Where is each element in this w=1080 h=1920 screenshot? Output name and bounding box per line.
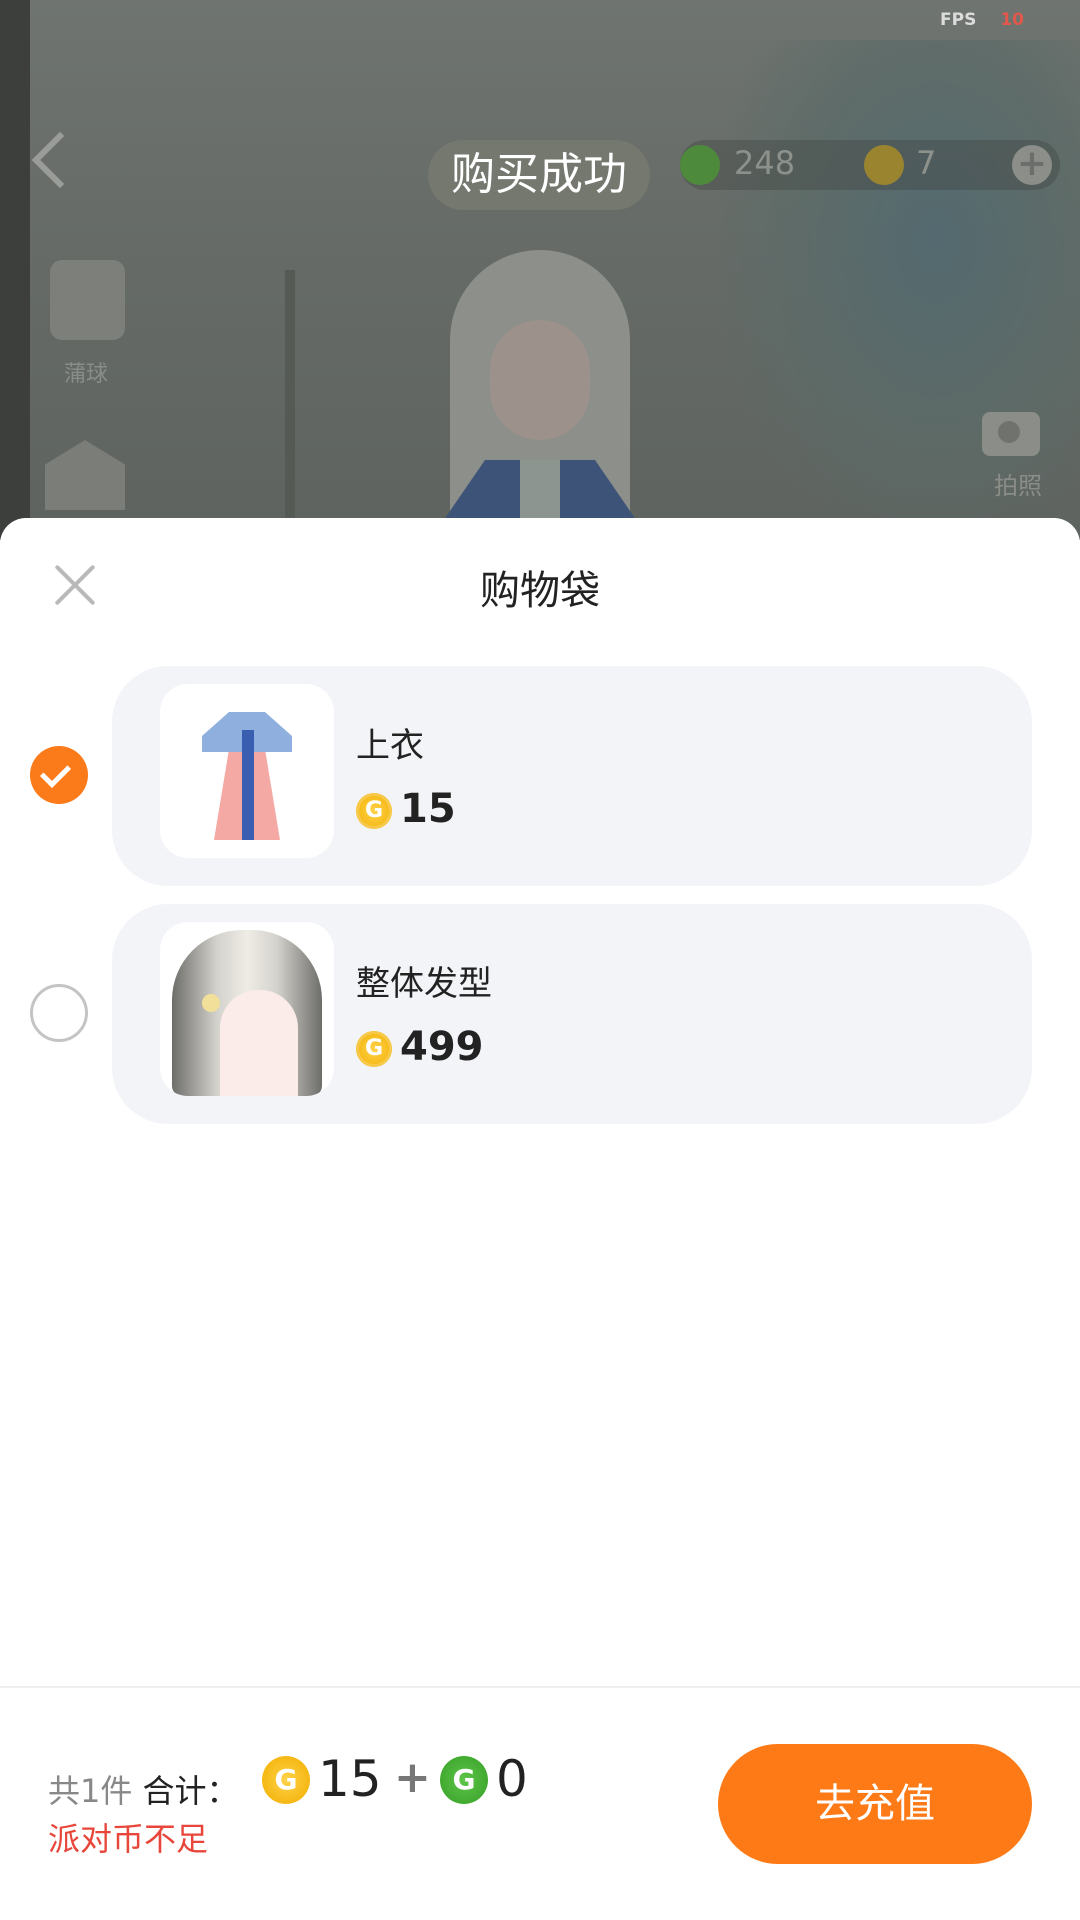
item-price-value: 15 — [400, 786, 456, 832]
green-total: 0 — [496, 1750, 528, 1808]
gift-box-icon[interactable] — [45, 440, 125, 510]
list-item[interactable]: 整体发型 499 — [112, 904, 1032, 1124]
bamboo-stalk — [285, 270, 295, 540]
green-coin-icon — [440, 1756, 488, 1804]
item-thumbnail — [160, 684, 334, 858]
fps-counter: FPS 10 — [940, 10, 1024, 30]
plus-sign: + — [394, 1752, 431, 1803]
order-summary: 共1件 合计： — [48, 1766, 239, 1812]
item-price: 499 — [356, 1024, 484, 1070]
list-item[interactable]: 上衣 15 — [112, 666, 1032, 886]
fps-label: FPS — [940, 10, 977, 30]
cactus-label: 蒲球 — [64, 362, 109, 387]
shopping-bag-sheet: 购物袋 上衣 15 整体发型 499 — [0, 518, 1080, 1920]
item-price: 15 — [356, 786, 456, 832]
gold-currency-amount: 7 — [916, 144, 937, 182]
item-name: 整体发型 — [356, 964, 492, 1004]
item-checkbox-top[interactable] — [30, 746, 88, 804]
footer-divider — [0, 1686, 1080, 1688]
gold-coin-icon — [356, 1031, 392, 1067]
cactus-icon[interactable] — [50, 260, 125, 340]
currency-bar: 248 7 + — [680, 140, 1060, 190]
back-arrow-icon[interactable] — [31, 131, 89, 189]
fps-value: 10 — [1000, 10, 1024, 30]
insufficient-funds-warning: 派对币不足 — [48, 1820, 209, 1858]
hairstyle-image — [172, 930, 322, 1096]
game-scene-background: FPS 10 248 7 + 蒲球 拍照 购买成功 — [0, 0, 1080, 540]
item-thumbnail — [160, 922, 334, 1096]
total-label: 合计： — [142, 1772, 239, 1810]
green-currency-amount: 248 — [734, 144, 796, 182]
sheet-title: 购物袋 — [480, 568, 600, 614]
gold-total: 15 — [318, 1750, 382, 1808]
character-face — [490, 320, 590, 440]
gold-coin-icon — [262, 1756, 310, 1804]
item-name: 上衣 — [356, 726, 424, 766]
item-price-value: 499 — [400, 1024, 484, 1070]
willow-leaves — [720, 40, 1080, 540]
check-icon — [39, 756, 72, 789]
garment-image — [202, 700, 292, 840]
item-count: 共1件 — [48, 1772, 133, 1810]
green-coin-icon — [680, 145, 720, 185]
hair-clip — [202, 994, 220, 1012]
hairstyle-face — [220, 990, 298, 1096]
recharge-button[interactable]: 去充值 — [718, 1744, 1032, 1864]
gold-coin-icon — [356, 793, 392, 829]
purchase-success-toast: 购买成功 — [428, 140, 650, 210]
garment-ribbon — [242, 730, 254, 840]
avatar-character — [430, 250, 650, 540]
gold-coin-icon — [864, 145, 904, 185]
camera-label: 拍照 — [994, 472, 1042, 500]
add-currency-button[interactable]: + — [1012, 145, 1052, 185]
tree-trunk — [0, 0, 30, 540]
camera-icon[interactable] — [982, 412, 1040, 456]
item-checkbox-hair[interactable] — [30, 984, 88, 1042]
